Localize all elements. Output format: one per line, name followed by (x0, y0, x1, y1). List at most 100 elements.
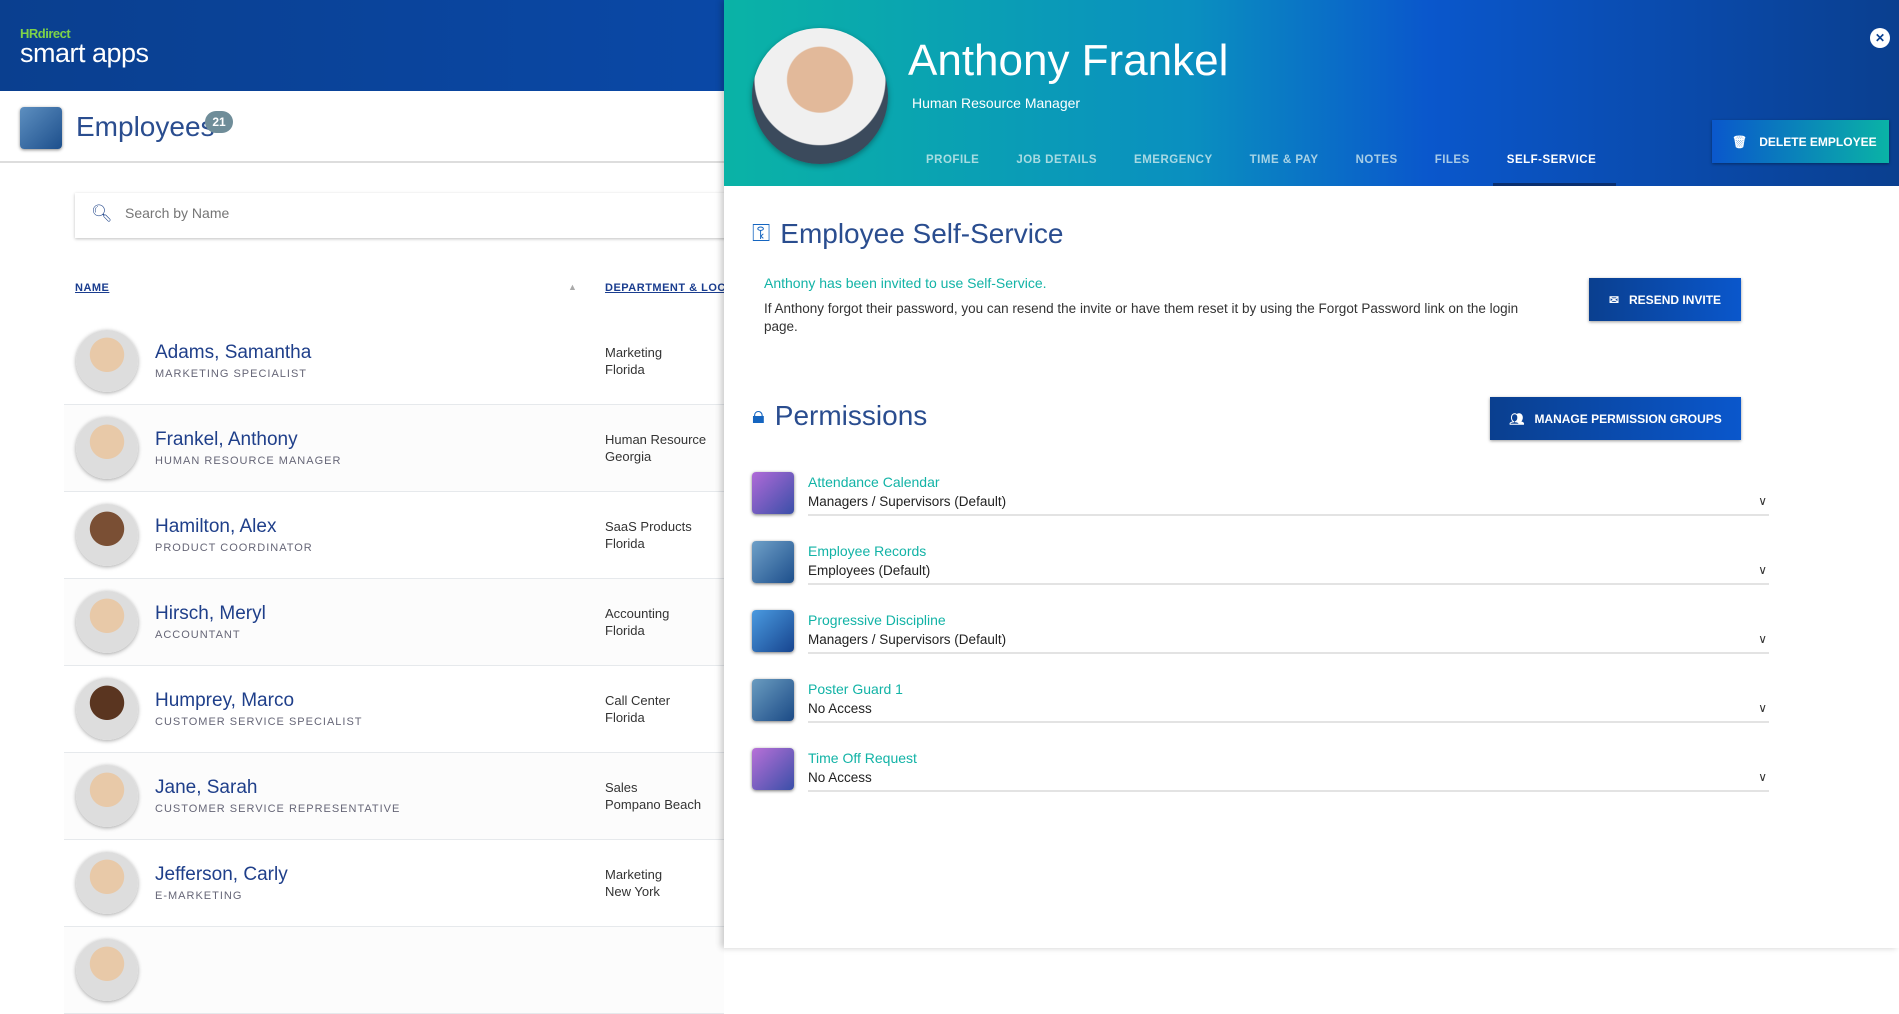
employee-title: PRODUCT COORDINATOR (155, 542, 313, 554)
permission-app-label: Poster Guard 1 (808, 681, 903, 697)
invite-help-text: If Anthony forgot their password, you ca… (764, 301, 1519, 334)
page-header: Employees 21 (0, 91, 724, 163)
sort-icon[interactable]: ▲ (568, 282, 577, 292)
employee-title: ACCOUNTANT (155, 629, 241, 641)
employee-department: Marketing (605, 345, 663, 360)
tab-profile[interactable]: PROFILE (926, 154, 979, 186)
employee-row[interactable]: Humprey, Marco CUSTOMER SERVICE SPECIALIS… (64, 666, 724, 753)
progressive-discipline-icon (752, 610, 794, 652)
chevron-down-icon: ∨ (1758, 494, 1767, 508)
tab-time-pay[interactable]: TIME & PAY (1250, 154, 1319, 186)
resend-invite-button[interactable]: ✉ RESEND INVITE (1589, 278, 1741, 321)
employee-name[interactable]: Jane, Sarah (155, 777, 257, 799)
employee-row[interactable]: Adams, Samantha MARKETING SPECIALIST Marke… (64, 318, 724, 405)
employee-name[interactable]: Hamilton, Alex (155, 516, 276, 538)
page-title: Employees (76, 111, 215, 142)
employee-records-app-icon (20, 107, 62, 149)
employee-location: Florida (605, 536, 645, 551)
tab-self-service[interactable]: SELF-SERVICE (1492, 154, 1616, 186)
avatar (76, 852, 138, 914)
trash-icon: 🗑︎ (1732, 134, 1748, 149)
self-service-title: Employee Self-Service (780, 218, 1064, 249)
column-header-name[interactable]: NAME (75, 282, 109, 294)
permission-app-label: Attendance Calendar (808, 474, 940, 490)
permission-select[interactable]: No Access ∨ (808, 770, 1769, 792)
avatar (76, 678, 138, 740)
delete-employee-label: DELETE EMPLOYEE (1759, 134, 1877, 149)
permission-value: Employees (Default) (808, 563, 931, 578)
chevron-down-icon: ∨ (1758, 701, 1767, 715)
employee-location: Pompano Beach (605, 797, 702, 812)
group-icon: 👥︎ (1509, 411, 1525, 426)
employee-title: HUMAN RESOURCE MANAGER (155, 455, 342, 467)
search-icon: 🔍︎ (91, 204, 113, 223)
employee-department: Call Center (605, 693, 671, 708)
permission-app-label: Employee Records (808, 543, 927, 559)
employee-row[interactable]: Hamilton, Alex PRODUCT COORDINATOR SaaS Pr… (64, 492, 724, 579)
employee-title: CUSTOMER SERVICE REPRESENTATIVE (155, 803, 401, 815)
tab-job-details[interactable]: JOB DETAILS (1016, 154, 1097, 186)
employee-department: SaaS Products (605, 519, 692, 534)
manage-permission-groups-label: MANAGE PERMISSION GROUPS (1534, 411, 1722, 426)
permission-value: No Access (808, 701, 872, 716)
permission-value: Managers / Supervisors (Default) (808, 632, 1007, 647)
employee-department: Human Resource (605, 432, 707, 447)
employee-name[interactable]: Hirsch, Meryl (155, 603, 266, 625)
permission-attendance-calendar: Attendance Calendar Managers / Supervisor… (752, 472, 1769, 541)
employee-name[interactable]: Frankel, Anthony (155, 429, 298, 451)
chevron-down-icon: ∨ (1758, 632, 1767, 646)
tab-notes[interactable]: NOTES (1356, 154, 1398, 186)
manage-permission-groups-button[interactable]: 👥︎ MANAGE PERMISSION GROUPS (1490, 397, 1741, 440)
lock-icon: 🔒︎ (752, 402, 765, 429)
search-box: 🔍︎ (75, 193, 735, 238)
time-off-request-icon (752, 748, 794, 790)
invite-status: Anthony has been invited to use Self-Ser… (764, 275, 1047, 291)
employee-location: Florida (605, 710, 645, 725)
panel-header: Anthony Frankel Human Resource Manager P… (724, 0, 1899, 186)
permission-select[interactable]: Managers / Supervisors (Default) ∨ (808, 632, 1769, 654)
avatar (76, 939, 138, 1001)
delete-employee-button[interactable]: 🗑︎ DELETE EMPLOYEE (1712, 120, 1889, 163)
permission-value: No Access (808, 770, 872, 785)
permission-select[interactable]: No Access ∨ (808, 701, 1769, 723)
employee-title: CUSTOMER SERVICE SPECIALIST (155, 716, 363, 728)
permission-select[interactable]: Managers / Supervisors (Default) ∨ (808, 494, 1769, 516)
avatar (76, 330, 138, 392)
employee-name[interactable]: Humprey, Marco (155, 690, 294, 712)
employee-detail-panel: Anthony Frankel Human Resource Manager P… (724, 0, 1899, 948)
employee-photo (752, 28, 888, 164)
employee-row[interactable]: Jane, Sarah CUSTOMER SERVICE REPRESENTATI… (64, 753, 724, 840)
permission-app-label: Time Off Request (808, 750, 917, 766)
employee-name[interactable]: Adams, Samantha (155, 342, 311, 364)
employee-location: Florida (605, 362, 645, 377)
envelope-icon: ✉ (1608, 292, 1620, 307)
permission-progressive-discipline: Progressive Discipline Managers / Supervi… (752, 610, 1769, 679)
resend-invite-label: RESEND INVITE (1629, 292, 1722, 307)
employee-department: Marketing (605, 867, 663, 882)
employee-name[interactable]: Jefferson, Carly (155, 864, 288, 886)
employee-row[interactable]: Frankel, Anthony HUMAN RESOURCE MANAGER Hu… (64, 405, 724, 492)
close-icon[interactable]: ✕ (1870, 28, 1890, 48)
avatar (76, 765, 138, 827)
employee-title: E-MARKETING (155, 890, 243, 902)
tab-emergency[interactable]: EMERGENCY (1134, 154, 1213, 186)
smartapps-logo[interactable]: HRdirect smart apps (20, 26, 149, 68)
permission-time-off-request: Time Off Request No Access ∨ (752, 748, 1769, 817)
permission-poster-guard: Poster Guard 1 No Access ∨ (752, 679, 1769, 748)
employee-row[interactable]: Jefferson, Carly E-MARKETING Marketing New … (64, 840, 724, 927)
permission-select[interactable]: Employees (Default) ∨ (808, 563, 1769, 585)
employee-row[interactable]: Hirsch, Meryl ACCOUNTANT Accounting Florida (64, 579, 724, 666)
permissions-title: Permissions (774, 400, 928, 431)
permission-app-label: Progressive Discipline (808, 612, 946, 628)
search-input[interactable] (125, 205, 625, 221)
employee-records-icon (752, 541, 794, 583)
employee-job-title: Human Resource Manager (912, 95, 1081, 111)
logo-product: smart apps (20, 38, 149, 68)
avatar (76, 591, 138, 653)
employee-location: New York (605, 884, 660, 899)
tab-files[interactable]: FILES (1435, 154, 1470, 186)
employee-location: Florida (605, 623, 645, 638)
employee-list: Adams, Samantha MARKETING SPECIALIST Marke… (64, 318, 724, 1014)
employee-full-name: Anthony Frankel (908, 36, 1229, 85)
employee-row[interactable] (64, 927, 724, 1014)
